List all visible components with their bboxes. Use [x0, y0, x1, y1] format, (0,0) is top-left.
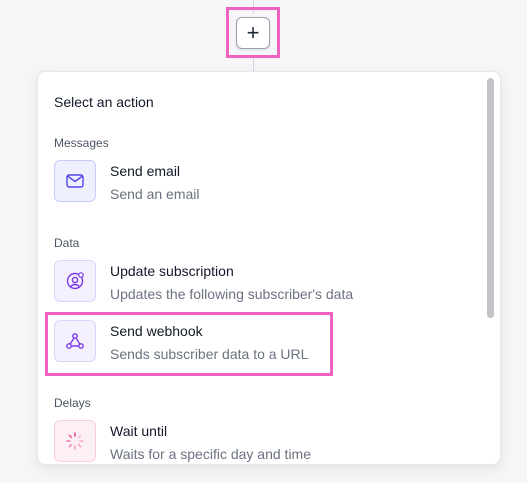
- action-subtitle: Waits for a specific day and time: [110, 446, 312, 462]
- spinner-icon: [54, 420, 96, 462]
- section-label-data: Data: [54, 236, 80, 250]
- action-wait-until[interactable]: Wait until Waits for a specific day and …: [54, 420, 474, 464]
- section-label-delays: Delays: [54, 396, 91, 410]
- scrollbar-thumb[interactable]: [487, 78, 494, 318]
- action-title: Wait until: [110, 423, 168, 439]
- panel-title: Select an action: [54, 94, 154, 110]
- webhook-icon: [54, 320, 96, 362]
- mail-icon: [54, 160, 96, 202]
- scrollbar-track[interactable]: [487, 74, 498, 460]
- action-subtitle: Updates the following subscriber's data: [110, 286, 354, 302]
- flow-connector-bottom: [253, 58, 254, 72]
- action-title: Update subscription: [110, 263, 234, 279]
- action-picker-panel: Select an action Messages Send email Sen…: [37, 71, 501, 465]
- action-send-webhook[interactable]: Send webhook Sends subscriber data to a …: [54, 320, 474, 366]
- action-subtitle: Send an email: [110, 186, 200, 202]
- action-update-subscription[interactable]: Update subscription Updates the followin…: [54, 260, 474, 306]
- action-title: Send email: [110, 163, 181, 179]
- user-settings-icon: [54, 260, 96, 302]
- action-send-email[interactable]: Send email Send an email: [54, 160, 474, 206]
- action-subtitle: Sends subscriber data to a URL: [110, 346, 309, 362]
- highlight-add-step: [226, 7, 280, 58]
- section-label-messages: Messages: [54, 136, 109, 150]
- action-title: Send webhook: [110, 323, 203, 339]
